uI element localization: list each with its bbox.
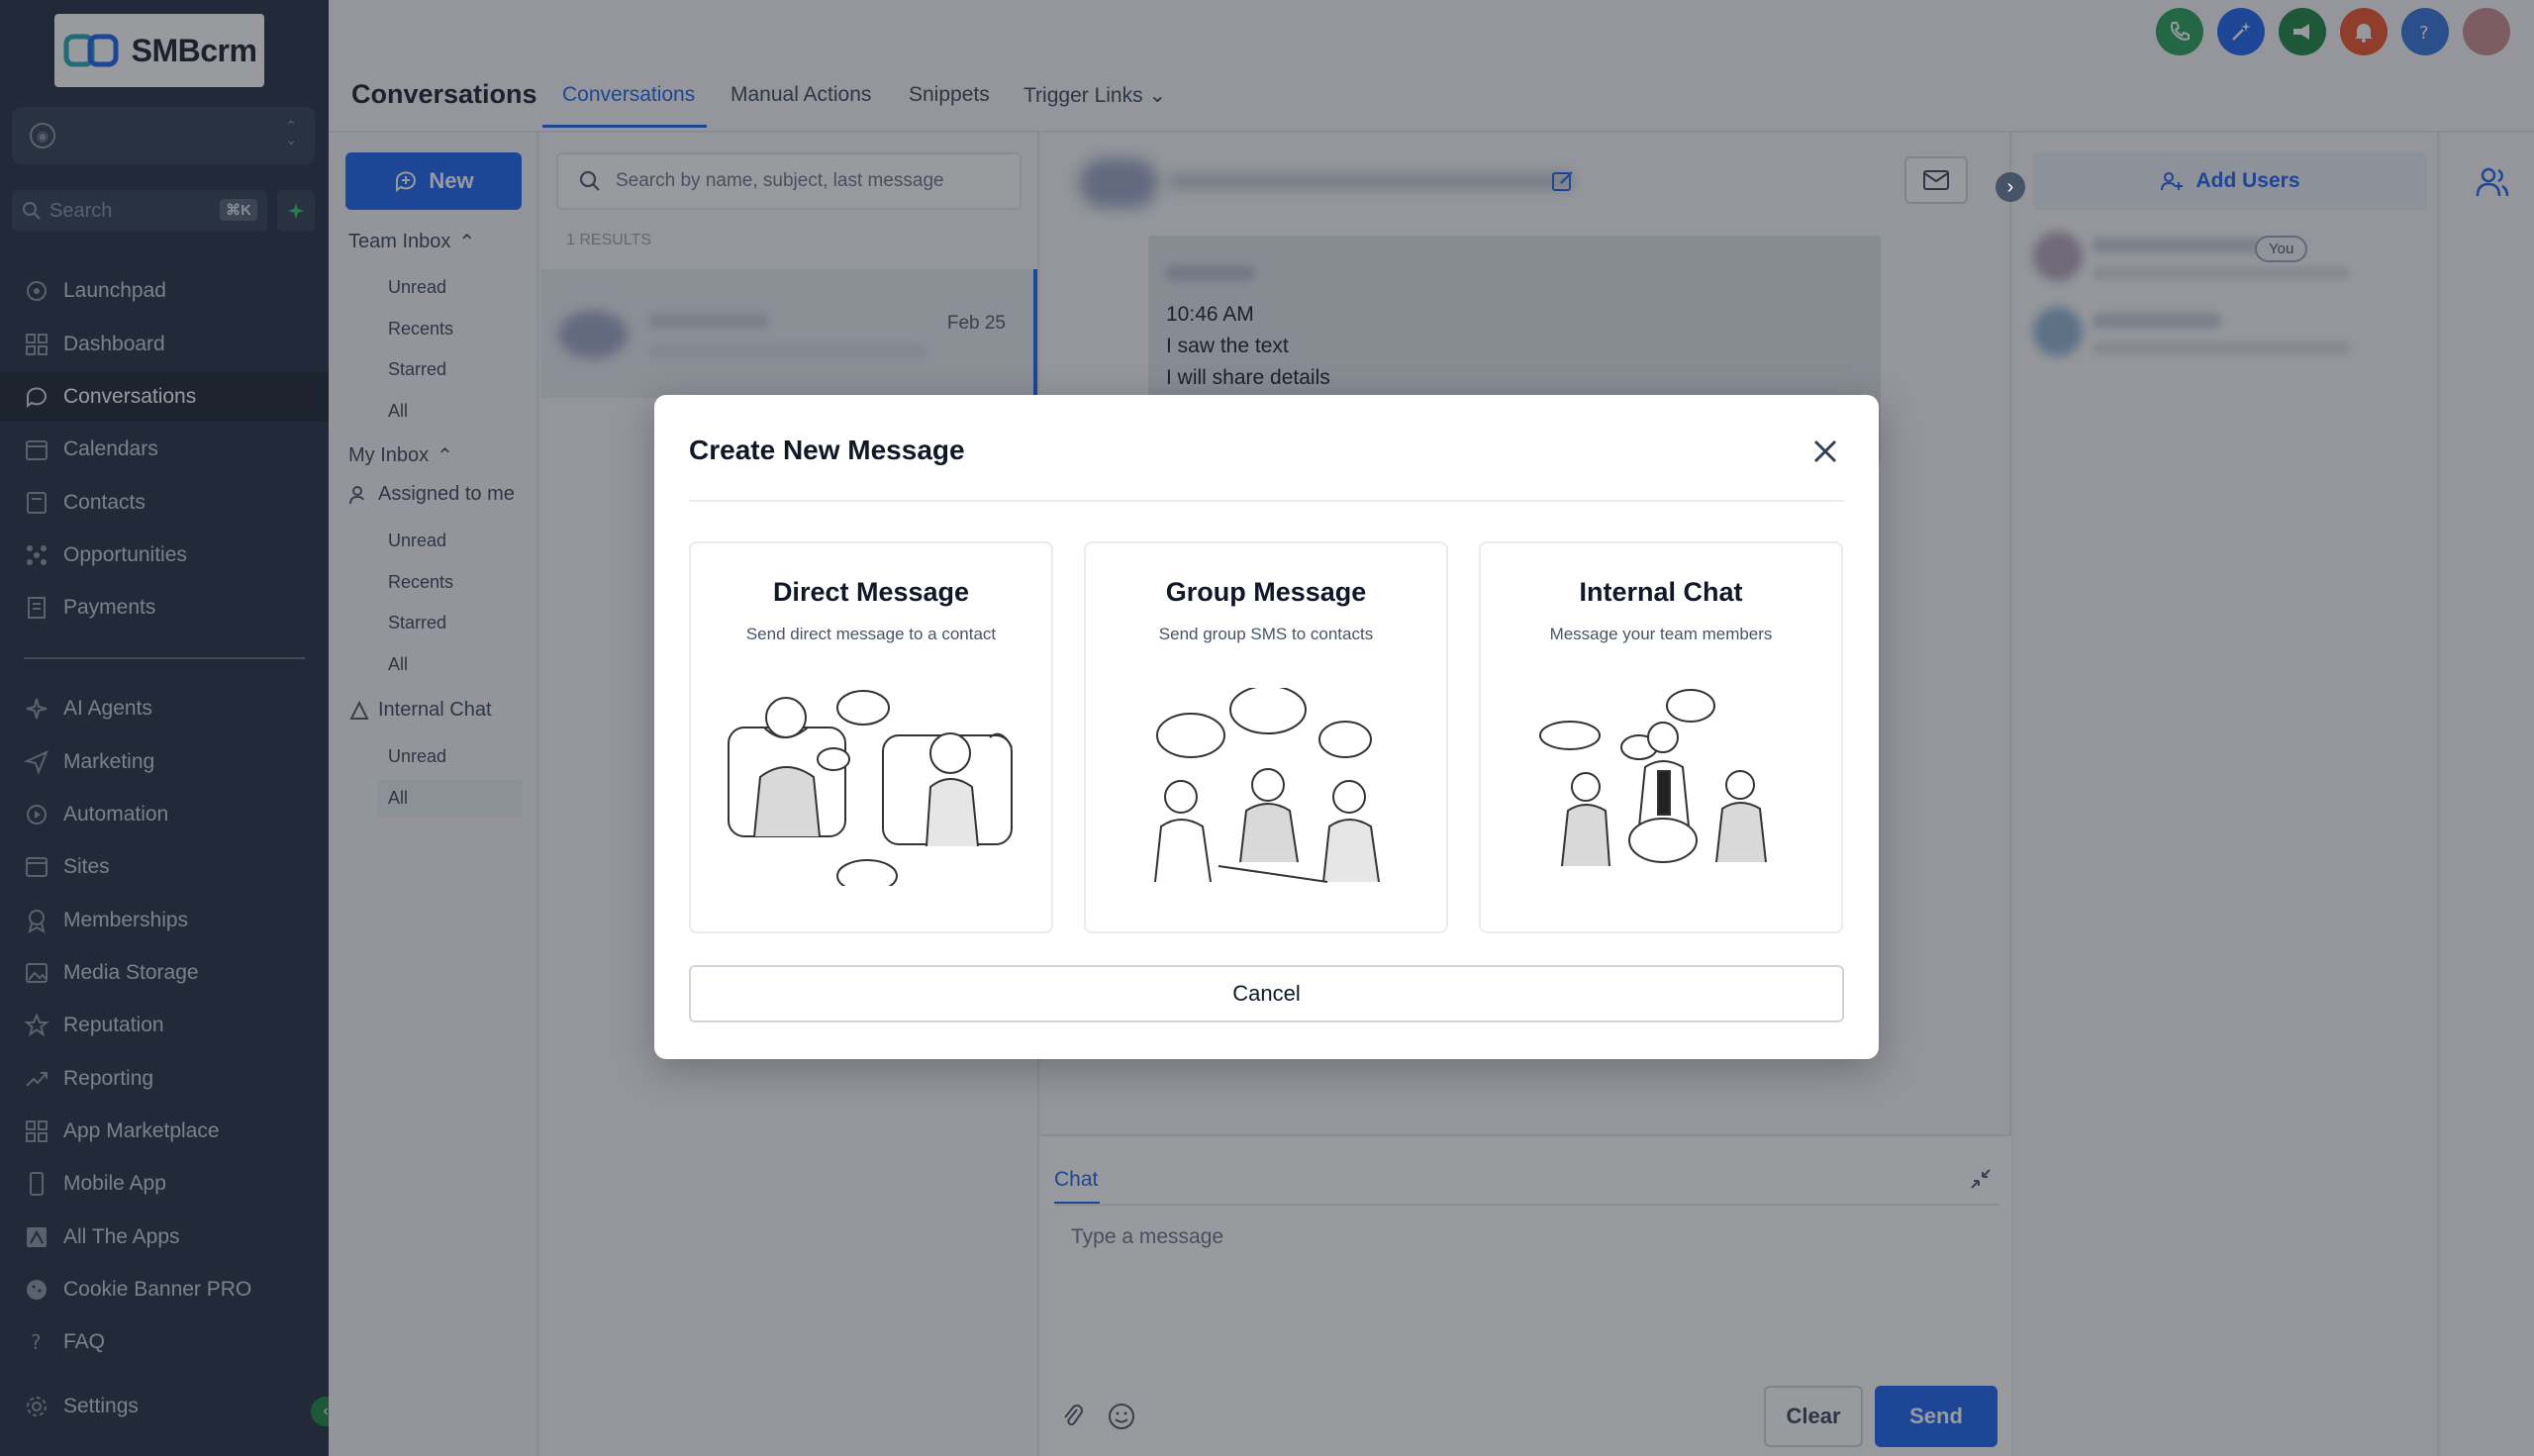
group-message-option[interactable]: Group Message Send group SMS to contacts [1084,541,1448,933]
create-message-modal: Create New Message Direct Message Send d… [654,395,1879,1059]
chevron-right-icon: › [2006,176,2014,198]
direct-message-illustration-icon [728,690,1013,886]
modal-title: Create New Message [689,435,965,465]
app-root: SMBcrm ◉ ⌃ ⌄ Search ⌘K Launchpad Dashboar… [0,0,2534,1456]
internal-chat-option[interactable]: Internal Chat Message your team members [1479,541,1843,933]
expand-panel-button[interactable]: › [1996,172,2025,202]
option-subtitle: Message your team members [1549,625,1773,643]
option-title: Direct Message [772,577,970,607]
option-subtitle: Send group SMS to contacts [1158,625,1374,643]
group-message-illustration-icon [1154,688,1380,883]
option-title: Group Message [1165,577,1367,607]
modal-divider [689,500,1844,502]
direct-message-option[interactable]: Direct Message Send direct message to a … [689,541,1053,933]
cancel-button[interactable]: Cancel [689,965,1844,1022]
close-icon[interactable] [1808,435,1842,468]
internal-chat-illustration-icon [1539,689,1767,867]
option-subtitle: Send direct message to a contact [745,625,997,643]
option-title: Internal Chat [1579,577,1743,607]
